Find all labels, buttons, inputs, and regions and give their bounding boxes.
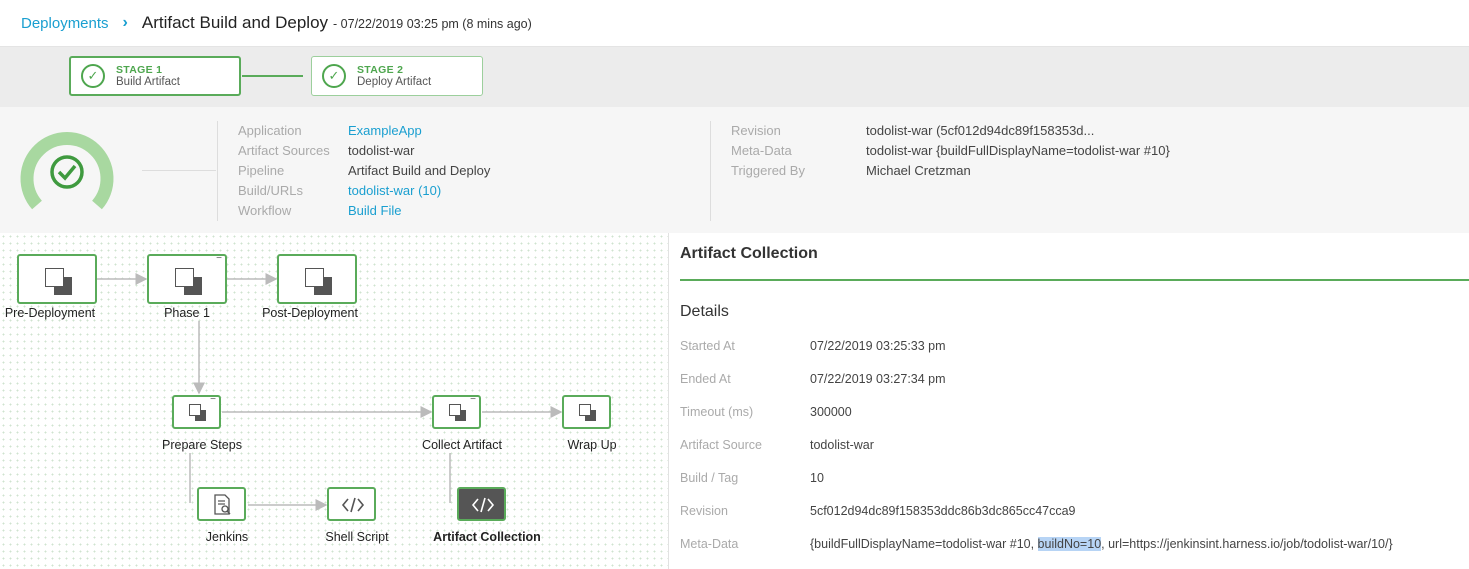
- application-link[interactable]: ExampleApp: [348, 123, 422, 138]
- detail-value: 07/22/2019 03:27:34 pm: [810, 372, 946, 386]
- post-deployment-node[interactable]: [277, 254, 357, 304]
- phase-1-node[interactable]: −: [147, 253, 227, 304]
- stage-bar: ✓ STAGE 1 Build Artifact ✓ STAGE 2 Deplo…: [0, 47, 1469, 107]
- collapse-icon[interactable]: −: [210, 394, 216, 405]
- code-brackets-icon: [471, 497, 495, 513]
- metadata-suffix: , url=https://jenkinsint.harness.io/job/…: [1101, 537, 1393, 551]
- detail-value: todolist-war: [810, 438, 874, 452]
- divider: [142, 170, 216, 171]
- summary-value: Artifact Build and Deploy: [348, 163, 491, 178]
- summary-key: Artifact Sources: [238, 143, 330, 158]
- node-label: Post-Deployment: [262, 306, 358, 320]
- metadata-value: {buildFullDisplayName=todolist-war #10, …: [810, 537, 1393, 551]
- node-label: Wrap Up: [567, 438, 617, 452]
- stage-connector: [242, 75, 303, 77]
- detail-key: Revision: [680, 504, 728, 518]
- artifact-collection-node[interactable]: [457, 487, 506, 521]
- workflow-graph-canvas[interactable]: Pre-Deployment − Phase 1 Post-Deployment…: [0, 233, 669, 569]
- stage-name: Deploy Artifact: [357, 76, 432, 88]
- summary-key: Meta-Data: [731, 143, 792, 158]
- detail-value: 5cf012d94dc89f158353ddc86b3dc865cc47cca9: [810, 504, 1076, 518]
- node-label: Jenkins: [205, 530, 249, 544]
- summary-key: Triggered By: [731, 163, 805, 178]
- divider: [680, 279, 1469, 281]
- page-subtitle: - 07/22/2019 03:25 pm (8 mins ago): [333, 17, 532, 31]
- divider: [710, 121, 711, 221]
- panel-title: Artifact Collection: [680, 245, 818, 262]
- status-gauge-icon: [20, 132, 114, 210]
- summary-key: Pipeline: [238, 163, 285, 178]
- metadata-prefix: {buildFullDisplayName=todolist-war #10,: [810, 537, 1038, 551]
- code-brackets-icon: [341, 497, 365, 513]
- summary-key: Application: [238, 123, 302, 138]
- summary-key: Workflow: [238, 203, 292, 218]
- details-heading: Details: [680, 303, 729, 320]
- detail-key: Ended At: [680, 372, 731, 386]
- check-circle-icon: ✓: [322, 64, 346, 88]
- detail-key: Meta-Data: [680, 537, 739, 551]
- node-label: Shell Script: [325, 530, 389, 544]
- detail-key: Build / Tag: [680, 471, 739, 485]
- stage-1-card[interactable]: ✓ STAGE 1 Build Artifact: [69, 56, 241, 96]
- node-label: Prepare Steps: [162, 438, 242, 452]
- page-header: Deployments › Artifact Build and Deploy …: [0, 0, 1469, 47]
- page-title: Artifact Build and Deploy: [141, 13, 329, 32]
- stage-2-card[interactable]: ✓ STAGE 2 Deploy Artifact: [311, 56, 483, 96]
- collapse-icon[interactable]: −: [470, 394, 476, 405]
- summary-key: Revision: [731, 123, 781, 138]
- node-label: Artifact Collection: [433, 530, 541, 544]
- detail-key: Started At: [680, 339, 735, 353]
- shell-script-node[interactable]: [327, 487, 376, 521]
- prepare-steps-node[interactable]: −: [172, 394, 221, 429]
- summary-left-list: Application ExampleApp Artifact Sources to…: [238, 121, 490, 221]
- deployment-summary: Application ExampleApp Artifact Sources to…: [0, 107, 1469, 233]
- summary-key: Build/URLs: [238, 183, 304, 198]
- stage-number: STAGE 1: [116, 64, 163, 76]
- pre-deployment-node[interactable]: [17, 254, 97, 304]
- stage-name: Build Artifact: [116, 76, 180, 88]
- collect-artifact-node[interactable]: −: [432, 394, 481, 429]
- summary-value: todolist-war (5cf012d94dc89f158353d...: [866, 123, 1095, 138]
- node-label: Pre-Deployment: [4, 306, 96, 320]
- detail-value: 10: [810, 471, 824, 485]
- document-search-icon: [214, 494, 231, 515]
- metadata-highlight: buildNo=10: [1037, 537, 1102, 551]
- build-url-link[interactable]: todolist-war (10): [348, 183, 441, 198]
- node-label: Collect Artifact: [422, 438, 502, 452]
- stage-number: STAGE 2: [357, 64, 404, 76]
- detail-value: 300000: [810, 405, 852, 419]
- workflow-link[interactable]: Build File: [348, 203, 401, 218]
- step-details-panel: Artifact Collection Details Started At 0…: [670, 233, 1469, 569]
- breadcrumb-deployments[interactable]: Deployments: [21, 15, 109, 32]
- check-circle-icon: ✓: [81, 64, 105, 88]
- wrap-up-node[interactable]: [562, 395, 611, 429]
- summary-value: todolist-war: [348, 143, 415, 158]
- collapse-icon[interactable]: −: [216, 253, 222, 264]
- summary-value: todolist-war {buildFullDisplayName=todol…: [866, 143, 1170, 158]
- detail-key: Artifact Source: [680, 438, 762, 452]
- summary-value: Michael Cretzman: [866, 163, 971, 178]
- detail-key: Timeout (ms): [680, 405, 754, 419]
- divider: [217, 121, 218, 221]
- chevron-right-icon: ›: [122, 14, 128, 31]
- summary-right-list: Revision todolist-war (5cf012d94dc89f1583…: [731, 121, 1170, 181]
- detail-value: 07/22/2019 03:25:33 pm: [810, 339, 946, 353]
- jenkins-node[interactable]: [197, 487, 246, 521]
- node-label: Phase 1: [164, 306, 210, 320]
